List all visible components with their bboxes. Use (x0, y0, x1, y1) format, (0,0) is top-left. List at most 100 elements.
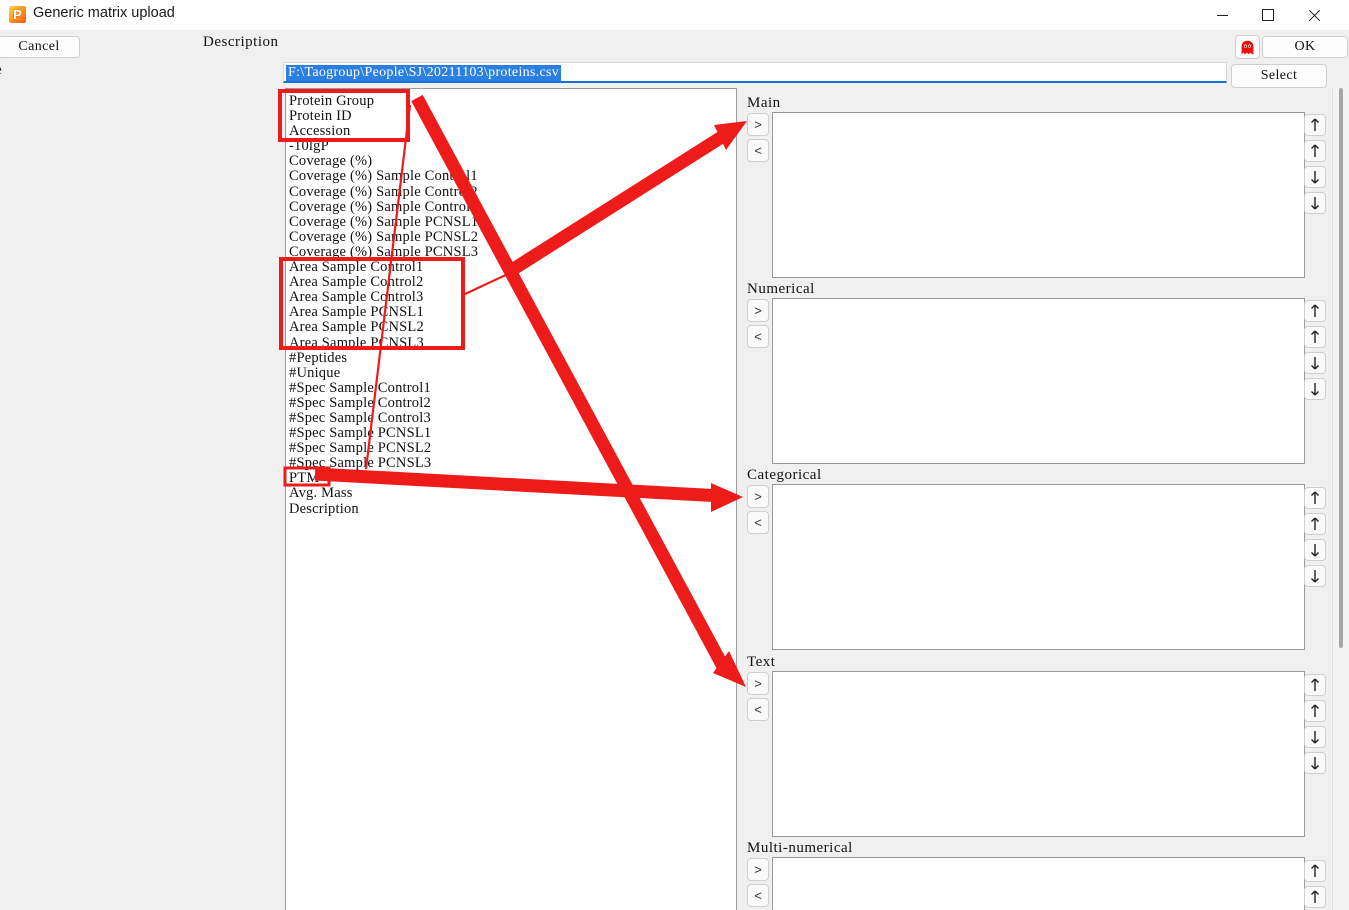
numerical-move-up-button[interactable] (1304, 326, 1326, 348)
column-list: Protein Group Protein ID Accession -10lgP Co… (286, 89, 736, 517)
section-categorical-remove-button[interactable]: < (747, 511, 769, 534)
section-numerical-remove-button[interactable]: < (747, 325, 769, 348)
section-multi-numerical-add-button[interactable]: > (747, 858, 769, 881)
column-list-item[interactable]: PTM (289, 471, 736, 486)
section-multi-numerical-remove-button[interactable]: < (747, 884, 769, 907)
section-text-label: Text (747, 654, 776, 670)
column-list-item[interactable]: Protein Group (289, 93, 736, 109)
multi-numerical-move-to-top-button[interactable] (1304, 860, 1326, 882)
move-to-bottom-icon (1311, 383, 1319, 396)
maximize-button[interactable] (1245, 0, 1291, 30)
column-list-item[interactable]: Area Sample PCNSL3 (289, 335, 736, 351)
column-list-item[interactable]: Area Sample Control3 (289, 290, 736, 305)
ok-button[interactable]: OK (1262, 36, 1348, 58)
categorical-move-up-button[interactable] (1304, 513, 1326, 535)
column-list-item[interactable]: Coverage (%) Sample PCNSL1 (289, 214, 736, 230)
section-text-add-button[interactable]: > (747, 672, 769, 695)
section-text-box[interactable] (772, 671, 1305, 837)
red-ghost-icon (1241, 40, 1254, 54)
minimize-icon (1216, 14, 1228, 16)
cancel-button[interactable]: Cancel (0, 36, 80, 58)
file-path-input[interactable]: F:\Taogroup\People\SJ\20211103\proteins.… (283, 62, 1227, 83)
column-list-item[interactable]: -10lgP (289, 139, 736, 154)
section-text-remove-button[interactable]: < (747, 698, 769, 721)
move-to-top-icon (1311, 864, 1319, 877)
main-move-to-bottom-button[interactable] (1304, 192, 1326, 214)
section-categorical-label: Categorical (747, 467, 822, 483)
section-numerical-box[interactable] (772, 298, 1305, 464)
column-list-item[interactable]: #Spec Sample PCNSL3 (289, 456, 736, 471)
numerical-move-to-top-button[interactable] (1304, 300, 1326, 322)
text-move-down-button[interactable] (1304, 726, 1326, 748)
scrollbar-thumb[interactable] (1339, 88, 1343, 648)
main-move-to-top-button[interactable] (1304, 114, 1326, 136)
column-list-item[interactable]: Area Sample Control1 (289, 259, 736, 275)
column-list-item[interactable]: Coverage (%) Sample Control2 (289, 184, 736, 200)
section-numerical-label: Numerical (747, 281, 815, 297)
column-list-item[interactable]: Accession (289, 124, 736, 139)
move-to-top-icon (1311, 304, 1319, 317)
column-list-item[interactable]: #Spec Sample PCNSL2 (289, 441, 736, 456)
categorical-move-down-button[interactable] (1304, 539, 1326, 561)
column-list-item[interactable]: Area Sample PCNSL2 (289, 320, 736, 335)
generic-matrix-upload-window: P Generic matrix upload Cancel OK Select… (0, 0, 1349, 910)
column-list-item[interactable]: Coverage (%) Sample Control3 (289, 199, 736, 215)
column-list-item[interactable]: Avg. Mass (289, 486, 736, 501)
categorical-move-to-bottom-button[interactable] (1304, 565, 1326, 587)
column-list-item[interactable]: #Spec Sample PCNSL1 (289, 425, 736, 441)
column-list-item[interactable]: #Peptides (289, 350, 736, 366)
close-button[interactable] (1291, 0, 1337, 30)
categorical-move-to-top-button[interactable] (1304, 487, 1326, 509)
section-categorical-box[interactable] (772, 484, 1305, 650)
close-icon (1308, 9, 1321, 22)
move-up-icon (1311, 890, 1319, 903)
section-main-label: Main (747, 95, 781, 111)
column-list-item[interactable]: Coverage (%) Sample PCNSL3 (289, 244, 736, 260)
right-panel-scrollbar[interactable] (1332, 88, 1349, 910)
column-list-item[interactable]: Area Sample Control2 (289, 275, 736, 290)
main-move-up-button[interactable] (1304, 140, 1326, 162)
move-down-icon (1311, 171, 1319, 184)
column-list-item[interactable]: Coverage (%) Sample Control1 (289, 169, 736, 184)
column-list-item[interactable]: Coverage (%) Sample PCNSL2 (289, 229, 736, 245)
window-titlebar: P Generic matrix upload (0, 0, 1349, 31)
column-list-item[interactable]: Description (289, 501, 736, 517)
move-to-bottom-icon (1311, 570, 1319, 583)
section-multi-numerical-box[interactable] (772, 857, 1305, 910)
minimize-button[interactable] (1199, 0, 1245, 30)
multi-numerical-move-up-button[interactable] (1304, 886, 1326, 908)
section-main-box[interactable] (772, 112, 1305, 278)
move-to-top-icon (1311, 118, 1319, 131)
select-file-button[interactable]: Select (1231, 64, 1327, 88)
available-columns-list[interactable]: Protein Group Protein ID Accession -10lgP Co… (285, 88, 737, 910)
maximize-icon (1262, 9, 1274, 21)
column-list-item[interactable]: Coverage (%) (289, 154, 736, 169)
numerical-move-down-button[interactable] (1304, 352, 1326, 374)
section-numerical-add-button[interactable]: > (747, 299, 769, 322)
move-down-icon (1311, 731, 1319, 744)
column-list-item[interactable]: #Spec Sample Control1 (289, 380, 736, 396)
move-up-icon (1311, 144, 1319, 157)
column-list-item[interactable]: Protein ID (289, 108, 736, 124)
numerical-move-to-bottom-button[interactable] (1304, 378, 1326, 400)
column-list-item[interactable]: #Spec Sample Control3 (289, 410, 736, 426)
text-move-up-button[interactable] (1304, 700, 1326, 722)
text-move-to-bottom-button[interactable] (1304, 752, 1326, 774)
column-list-item[interactable]: #Unique (289, 365, 736, 381)
file-label: e (0, 62, 2, 79)
section-main-add-button[interactable]: > (747, 113, 769, 136)
move-to-top-icon (1311, 678, 1319, 691)
window-title: Generic matrix upload (33, 5, 175, 21)
help-ghost-button[interactable] (1235, 35, 1260, 59)
description-label: Description (203, 34, 279, 50)
section-categorical-add-button[interactable]: > (747, 485, 769, 508)
main-move-down-button[interactable] (1304, 166, 1326, 188)
section-main-remove-button[interactable]: < (747, 139, 769, 162)
move-down-icon (1311, 357, 1319, 370)
move-to-top-icon (1311, 491, 1319, 504)
text-move-to-top-button[interactable] (1304, 674, 1326, 696)
column-list-item[interactable]: #Spec Sample Control2 (289, 395, 736, 411)
move-up-icon (1311, 517, 1319, 530)
column-list-item[interactable]: Area Sample PCNSL1 (289, 305, 736, 320)
perseus-p-icon: P (9, 6, 26, 23)
